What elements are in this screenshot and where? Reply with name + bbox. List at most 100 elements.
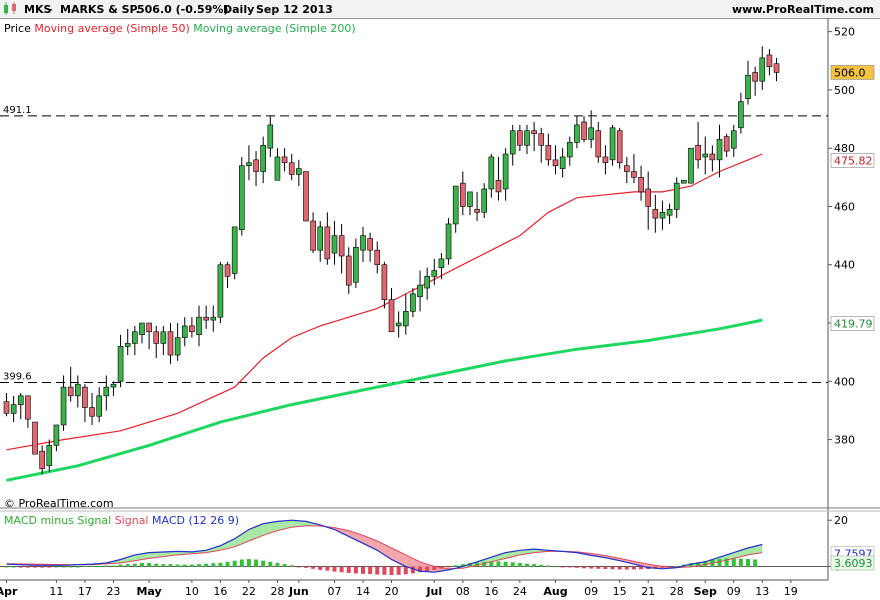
macd-fill bbox=[241, 529, 249, 544]
macd-fill bbox=[113, 559, 121, 564]
macd-hist-bar bbox=[254, 559, 259, 567]
macd-fill bbox=[377, 541, 385, 555]
macd-line bbox=[6, 519, 763, 573]
macd-hist-bar bbox=[489, 561, 494, 567]
candle-body bbox=[160, 331, 167, 344]
y-tick-label: 480 bbox=[834, 142, 855, 155]
macd-fill bbox=[149, 552, 157, 559]
macd-fill bbox=[569, 551, 577, 553]
macd-fill bbox=[534, 549, 542, 553]
x-tick-label: 23 bbox=[106, 585, 120, 598]
candle-body bbox=[445, 223, 452, 260]
macd-fill bbox=[284, 520, 292, 529]
macd-fill bbox=[391, 547, 399, 563]
macd-fill bbox=[498, 552, 506, 561]
macd-hist-bar bbox=[82, 565, 87, 567]
x-tick-label: 20 bbox=[385, 585, 399, 598]
macd-hist-bar bbox=[603, 566, 608, 569]
candle-body bbox=[730, 130, 737, 149]
chart-header: MKS - MARKS & SP. 506.0 (-0.59%) Daily S… bbox=[0, 0, 880, 19]
macd-hist-bar bbox=[154, 563, 159, 567]
macd-hist-bar bbox=[439, 566, 444, 569]
candle-body bbox=[481, 188, 488, 213]
macd-hist-bar bbox=[147, 562, 152, 567]
ma200-value-label: 419.79 bbox=[834, 318, 873, 331]
ma200-value-box bbox=[830, 316, 875, 331]
candle-body bbox=[117, 346, 124, 382]
macd-hist-bar bbox=[218, 562, 223, 567]
candle-body bbox=[281, 156, 288, 164]
macd-hist-bar bbox=[339, 566, 344, 573]
candle-body bbox=[424, 276, 430, 289]
macd-fill bbox=[469, 561, 478, 567]
macd-fill bbox=[562, 551, 570, 553]
macd-hist-bar bbox=[47, 566, 52, 568]
macd-fill bbox=[584, 552, 592, 556]
macd-hist-bar bbox=[161, 564, 166, 567]
macd-fill bbox=[234, 534, 242, 547]
macd-hist-bar bbox=[475, 562, 480, 567]
candle-body bbox=[509, 130, 516, 155]
legend-macd-hist: MACD minus Signal bbox=[4, 514, 112, 527]
candle-body bbox=[545, 144, 552, 161]
macd-fill bbox=[719, 554, 727, 562]
x-tick-label: 17 bbox=[78, 585, 92, 598]
candle-body bbox=[288, 162, 295, 175]
x-tick-label: 09 bbox=[584, 585, 598, 598]
macd-hist-bar bbox=[460, 564, 465, 567]
candle-body bbox=[96, 395, 102, 417]
price-legend: Price Moving average (Simple 50) Moving … bbox=[4, 22, 356, 35]
macd-fill bbox=[420, 561, 428, 572]
candle-body bbox=[495, 179, 502, 193]
macd-value-label: 3.6093 bbox=[834, 557, 873, 570]
macd-hist-bar bbox=[75, 566, 80, 568]
candle-body bbox=[638, 177, 644, 193]
macd-hist-bar bbox=[467, 563, 472, 567]
candle-body bbox=[538, 133, 545, 146]
macd-hist-bar bbox=[282, 564, 287, 567]
macd-hist-bar bbox=[446, 566, 451, 568]
macd-hist-bar bbox=[425, 566, 430, 572]
candle-body bbox=[666, 209, 673, 216]
macd-hist-bar bbox=[667, 566, 672, 568]
candle-body bbox=[474, 209, 480, 213]
x-tick-label: 28 bbox=[270, 585, 284, 598]
candle-body bbox=[581, 121, 587, 140]
candle-body bbox=[402, 311, 409, 327]
macd-hist-bar bbox=[453, 565, 458, 567]
macd-fill bbox=[698, 561, 706, 566]
macd-hist-bar bbox=[346, 566, 351, 573]
macd-fill bbox=[612, 556, 620, 561]
macd-fill bbox=[548, 550, 556, 552]
candle-body bbox=[709, 153, 716, 161]
macd-value-box bbox=[830, 555, 875, 571]
macd-fill bbox=[177, 551, 185, 555]
candle-body bbox=[53, 424, 60, 446]
macd-hist-bar bbox=[496, 561, 501, 567]
macd-fill bbox=[462, 564, 470, 569]
macd-hist-bar bbox=[724, 558, 729, 567]
candle-body bbox=[217, 264, 224, 318]
candle-body bbox=[353, 246, 359, 283]
macd-fill bbox=[163, 551, 171, 557]
macd-fill bbox=[270, 521, 278, 533]
candle-body bbox=[752, 72, 758, 82]
macd-hist-bar bbox=[325, 566, 330, 571]
macd-fill bbox=[526, 549, 535, 554]
macd-fill bbox=[327, 526, 335, 530]
macd-fill bbox=[320, 524, 328, 528]
macd-hist-bar bbox=[204, 563, 209, 567]
macd-hist-bar bbox=[4, 566, 9, 568]
macd-fill bbox=[505, 551, 513, 559]
x-tick-label: 09 bbox=[727, 585, 741, 598]
candle-body bbox=[773, 63, 780, 73]
candle-body bbox=[274, 156, 281, 181]
chart-root: MKS - MARKS & SP. 506.0 (-0.59%) Daily S… bbox=[0, 0, 880, 600]
macd-fill bbox=[676, 565, 684, 568]
macd-hist-bar bbox=[125, 564, 130, 567]
macd-fill bbox=[641, 562, 649, 568]
macd-fill bbox=[626, 559, 634, 565]
macd-fill bbox=[398, 551, 406, 567]
x-tick-label: Sep bbox=[694, 585, 717, 598]
macd-fill bbox=[484, 557, 492, 564]
